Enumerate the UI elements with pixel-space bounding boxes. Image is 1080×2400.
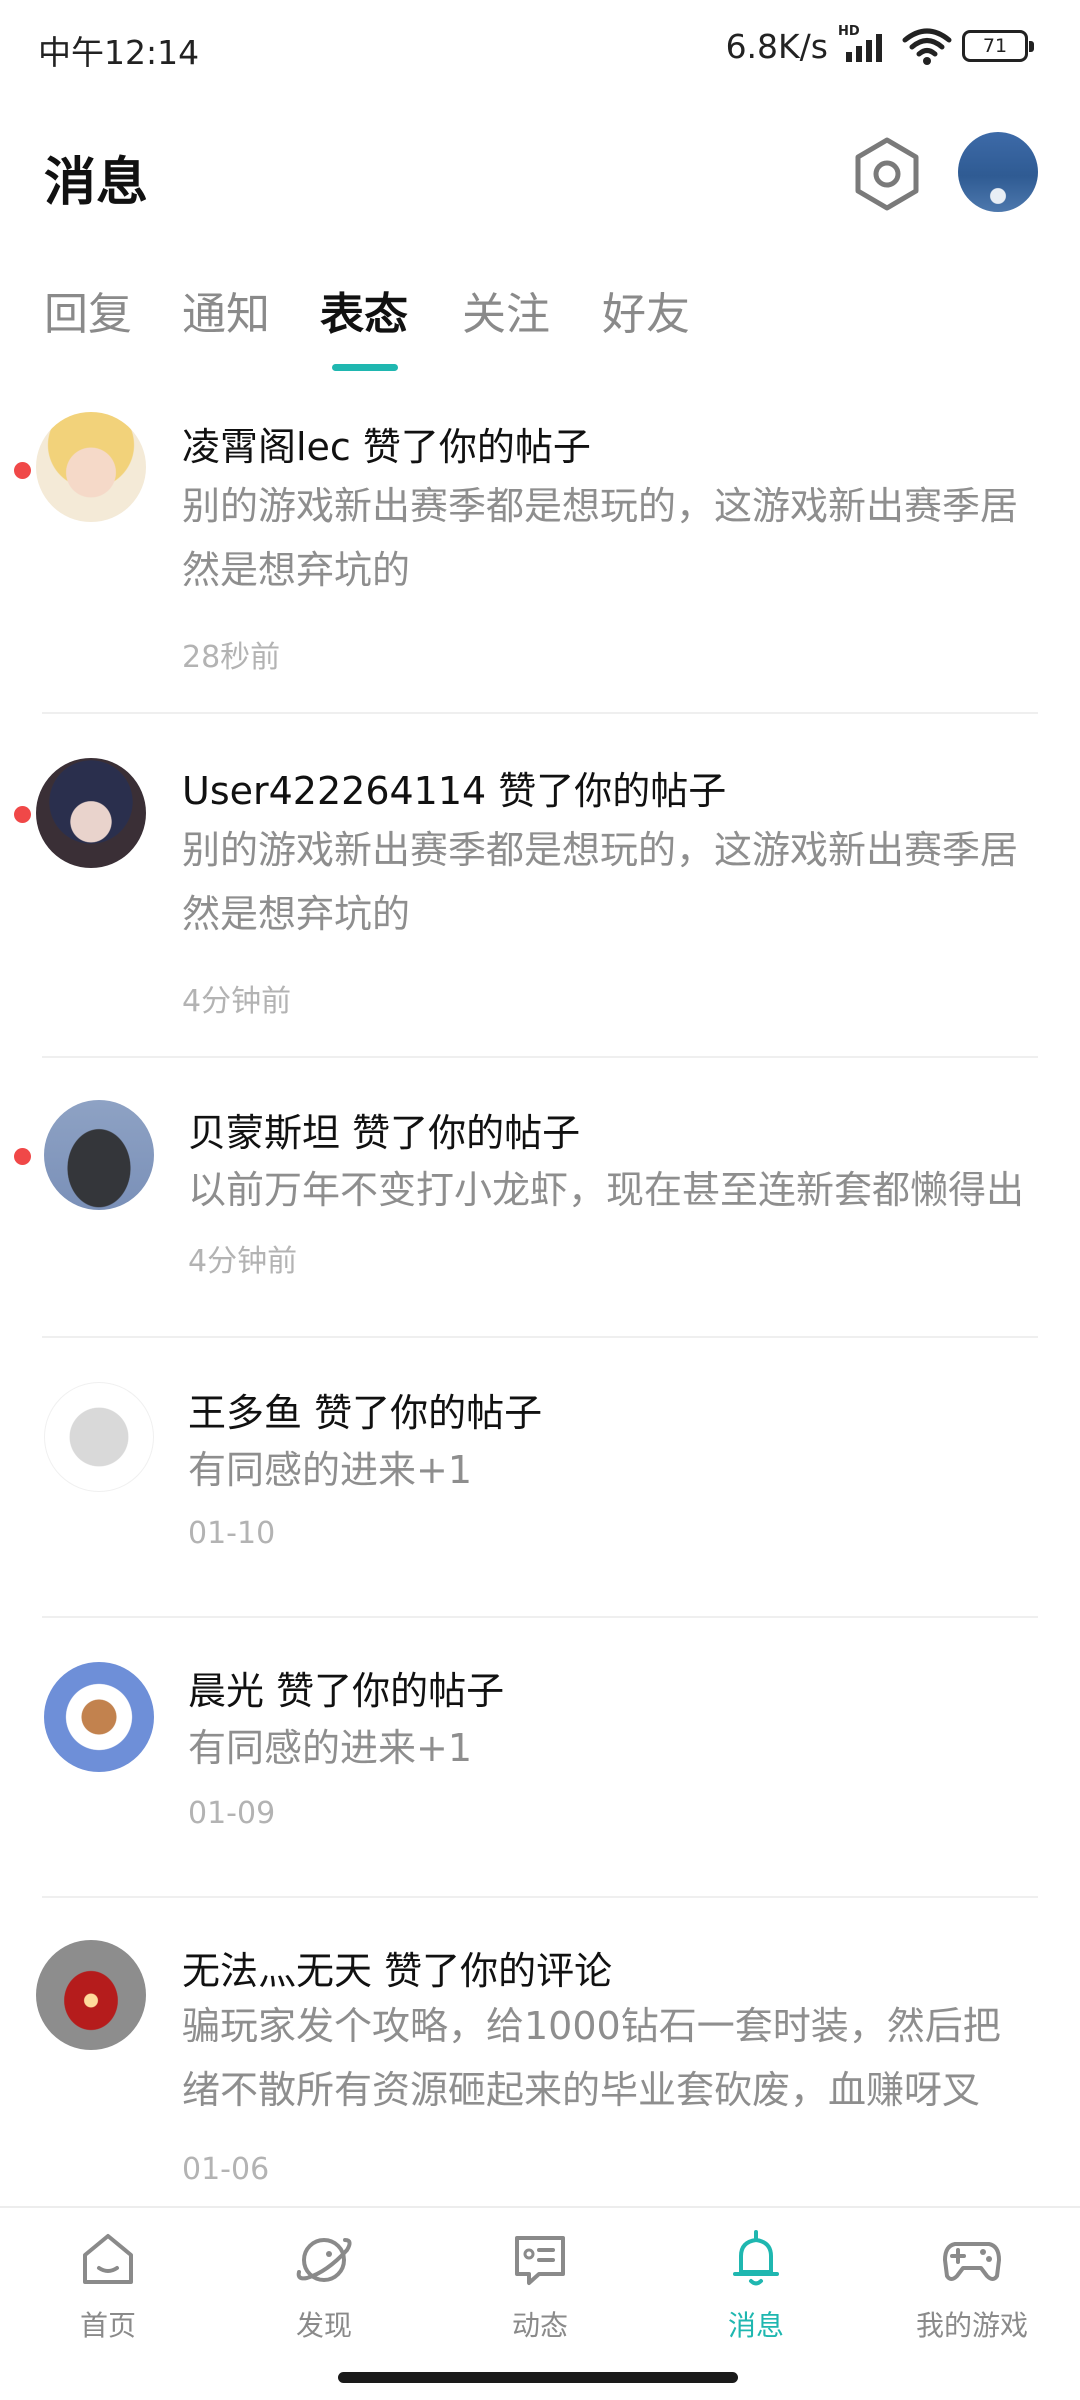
gamepad-icon [943, 2242, 1001, 2281]
status-indicators: 6.8K/s HD 71 [725, 24, 1034, 68]
notification-title: 王多鱼 赞了你的帖子 [188, 1391, 543, 1435]
avatar[interactable] [44, 1100, 154, 1210]
tab-notifications[interactable]: 通知 [182, 278, 270, 342]
signal-icon: HD [838, 24, 892, 66]
notification-time: 4分钟前 [188, 1244, 298, 1279]
notification-content: 别的游戏新出赛季都是想玩的，这游戏新出赛季居然是想弃坑的 [182, 828, 1019, 936]
nav-my-games[interactable]: 我的游戏 [892, 2228, 1052, 2358]
notification-content: 有同感的进来+1 [188, 1726, 473, 1770]
notification-content: 骗玩家发个攻略，给1000钻石一套时装，然后把绪不散所有资源砸起来的毕业套砍废，… [182, 2004, 1001, 2112]
status-bar: 中午12:14 6.8K/s HD 71 [0, 0, 1080, 96]
notification-time: 4分钟前 [182, 984, 292, 1019]
notification-time: 01-10 [188, 1516, 276, 1551]
tab-reactions[interactable]: 表态 [320, 278, 408, 342]
tab-replies[interactable]: 回复 [44, 278, 132, 342]
notification-title: 贝蒙斯坦 赞了你的帖子 [188, 1111, 581, 1155]
nav-feed[interactable]: 动态 [460, 2228, 620, 2358]
nav-messages[interactable]: 消息 [676, 2228, 836, 2358]
chat-icon [515, 2236, 565, 2285]
my-avatar-button[interactable] [958, 132, 1038, 212]
settings-icon[interactable] [852, 136, 922, 212]
notification-content: 以前万年不变打小龙虾，现在甚至连新套都懒得出 [188, 1168, 1025, 1212]
avatar[interactable] [44, 1382, 154, 1492]
list-item[interactable]: User422264114 赞了你的帖子 别的游戏新出赛季都是想玩的，这游戏新出… [0, 714, 1080, 1058]
page-title: 消息 [44, 153, 149, 213]
notification-time: 01-09 [188, 1796, 276, 1831]
avatar[interactable] [36, 412, 146, 522]
avatar[interactable] [44, 1662, 154, 1772]
notification-title: 凌霄阁lec 赞了你的帖子 [182, 425, 591, 469]
list-item[interactable]: 贝蒙斯坦 赞了你的帖子 以前万年不变打小龙虾，现在甚至连新套都懒得出 4分钟前 [0, 1058, 1080, 1338]
nav-label: 动态 [511, 2309, 568, 2342]
bell-icon [733, 2230, 779, 2286]
home-icon [83, 2234, 133, 2284]
notification-content: 有同感的进来+1 [188, 1448, 473, 1492]
notification-title: User422264114 赞了你的帖子 [182, 769, 727, 813]
active-tab-indicator [332, 364, 398, 371]
home-indicator[interactable] [338, 2372, 738, 2383]
unread-dot [14, 462, 31, 479]
battery-level: 71 [982, 34, 1008, 57]
notification-title: 无法灬无天 赞了你的评论 [182, 1949, 613, 1993]
list-item[interactable]: 凌霄阁lec 赞了你的帖子 别的游戏新出赛季都是想玩的，这游戏新出赛季居然是想弃… [0, 380, 1080, 714]
notification-time: 01-06 [182, 2152, 270, 2187]
battery-icon: 71 [962, 30, 1034, 62]
nav-home[interactable]: 首页 [28, 2228, 188, 2358]
status-time: 中午12:14 [38, 33, 200, 72]
tab-follows[interactable]: 关注 [462, 278, 550, 342]
notification-title: 晨光 赞了你的帖子 [188, 1669, 505, 1713]
message-tabs: 回复 通知 表态 关注 好友 [0, 278, 1080, 370]
list-item[interactable]: 晨光 赞了你的帖子 有同感的进来+1 01-09 [0, 1618, 1080, 1898]
nav-label: 发现 [295, 2309, 352, 2342]
nav-label: 首页 [79, 2309, 136, 2342]
list-item[interactable]: 王多鱼 赞了你的帖子 有同感的进来+1 01-10 [0, 1338, 1080, 1618]
unread-dot [14, 1148, 31, 1165]
notification-time: 28秒前 [182, 640, 281, 675]
planet-icon [296, 2238, 352, 2282]
nav-discover[interactable]: 发现 [244, 2228, 404, 2358]
nav-label: 我的游戏 [915, 2309, 1028, 2342]
wifi-icon [902, 28, 952, 65]
avatar[interactable] [36, 1940, 146, 2050]
bottom-navigation: 首页 发现 动态 消息 我的游戏 [0, 2206, 1080, 2362]
avatar[interactable] [36, 758, 146, 868]
tab-friends[interactable]: 好友 [602, 278, 690, 342]
notification-content: 别的游戏新出赛季都是想玩的，这游戏新出赛季居然是想弃坑的 [182, 484, 1019, 592]
unread-dot [14, 806, 31, 823]
list-item[interactable]: 无法灬无天 赞了你的评论 骗玩家发个攻略，给1000钻石一套时装，然后把绪不散所… [0, 1898, 1080, 2204]
nav-label: 消息 [727, 2309, 784, 2342]
network-speed: 6.8K/s [725, 26, 828, 66]
